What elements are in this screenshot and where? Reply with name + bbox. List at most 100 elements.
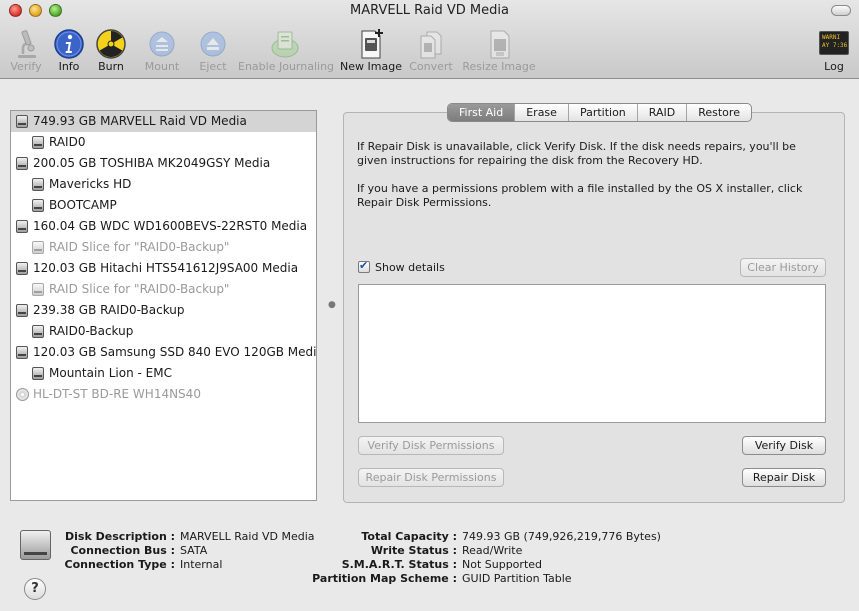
tab-partition[interactable]: Partition	[567, 104, 637, 121]
disk-list-item-label: 120.03 GB Hitachi HTS541612J9SA00 Media	[33, 261, 299, 275]
enable-journaling-button[interactable]: Enable Journaling	[238, 25, 335, 75]
journal-icon	[271, 31, 299, 58]
resize-image-button[interactable]: Resize Image	[462, 25, 536, 75]
repair-disk-permissions-button[interactable]: Repair Disk Permissions	[358, 468, 504, 487]
disk-list-item-label: 749.93 GB MARVELL Raid VD Media	[33, 114, 247, 128]
window-title: MARVELL Raid VD Media	[350, 3, 509, 18]
volume-icon	[32, 136, 44, 149]
burn-radiation-icon	[96, 29, 126, 59]
checkmark-icon[interactable]	[358, 259, 370, 273]
hard-disk-icon	[16, 346, 28, 359]
eject-label: Eject	[199, 60, 227, 73]
convert-button[interactable]: Convert	[408, 25, 454, 75]
details-log-area[interactable]	[358, 284, 826, 423]
resize-image-label: Resize Image	[462, 60, 536, 73]
disk-description-key: Disk Description :	[65, 530, 175, 543]
info-icon	[54, 29, 84, 59]
volume-icon	[32, 367, 44, 380]
disk-list-item[interactable]: 749.93 GB MARVELL Raid VD Media	[11, 111, 316, 132]
disk-list-item[interactable]: 160.04 GB WDC WD1600BEVS-22RST0 Media	[11, 216, 316, 237]
volume-list-item[interactable]: RAID0	[11, 132, 316, 153]
disk-list-item[interactable]: 120.03 GB Hitachi HTS541612J9SA00 Media	[11, 258, 316, 279]
disk-utility-window: MARVELL Raid VD Media Verify Info Burn M…	[0, 0, 859, 611]
volume-list-item[interactable]: Mavericks HD	[11, 174, 316, 195]
write-status-value: Read/Write	[462, 544, 523, 557]
partition-map-key: Partition Map Scheme :	[312, 572, 457, 585]
disk-list-item-label: 120.03 GB Samsung SSD 840 EVO 120GB Medi…	[33, 345, 317, 359]
verify-disk-button[interactable]: Verify Disk	[742, 436, 826, 455]
volume-icon	[32, 241, 44, 254]
partition-map-value: GUID Partition Table	[462, 572, 572, 585]
disk-list-item-label: RAID0	[49, 135, 86, 149]
log-icon-line-1: WARNI	[822, 34, 841, 41]
help-button[interactable]: ?	[24, 578, 46, 600]
tab-first-aid[interactable]: First Aid	[448, 104, 515, 121]
hard-disk-icon	[16, 262, 28, 275]
disk-list-item-label: BOOTCAMP	[49, 198, 117, 212]
disk-list-item-label: Mavericks HD	[49, 177, 132, 191]
new-image-label: New Image	[340, 60, 402, 73]
resize-image-icon	[490, 30, 510, 59]
disk-list-item[interactable]: 120.03 GB Samsung SSD 840 EVO 120GB Medi…	[11, 342, 316, 363]
enable-journaling-label: Enable Journaling	[238, 60, 335, 73]
volume-icon	[32, 283, 44, 296]
toolbar-toggle-button[interactable]	[831, 5, 851, 16]
volume-icon	[32, 199, 44, 212]
mount-button[interactable]: Mount	[143, 25, 181, 75]
hard-disk-icon	[16, 304, 28, 317]
hard-disk-icon	[16, 157, 28, 170]
log-icon-line-2: AY 7:36	[822, 42, 848, 49]
microscope-icon	[18, 30, 36, 58]
split-view-handle[interactable]: ●	[328, 300, 336, 310]
repair-disk-button[interactable]: Repair Disk	[742, 468, 826, 487]
hard-disk-icon	[16, 115, 28, 128]
eject-button[interactable]: Eject	[196, 25, 230, 75]
verify-button[interactable]: Verify	[7, 25, 45, 75]
disk-list-item-label: 200.05 GB TOSHIBA MK2049GSY Media	[33, 156, 271, 170]
tab-restore[interactable]: Restore	[686, 104, 751, 121]
total-capacity-key: Total Capacity :	[361, 530, 457, 543]
total-capacity-value: 749.93 GB (749,926,219,776 Bytes)	[462, 530, 661, 543]
convert-icon	[420, 31, 442, 59]
disk-list-item-label: RAID0-Backup	[49, 324, 134, 338]
connection-bus-key: Connection Bus :	[70, 544, 175, 557]
volume-list-item[interactable]: Mountain Lion - EMC	[11, 363, 316, 384]
volume-list-item[interactable]: RAID Slice for "RAID0-Backup"	[11, 237, 316, 258]
disk-list-item[interactable]: 200.05 GB TOSHIBA MK2049GSY Media	[11, 153, 316, 174]
convert-label: Convert	[409, 60, 453, 73]
new-image-button[interactable]: New Image	[340, 25, 402, 75]
first-aid-instructions-1: If Repair Disk is unavailable, click Ver…	[357, 140, 796, 167]
optical-drive-icon	[16, 388, 29, 401]
smart-status-key: S.M.A.R.T. Status :	[341, 558, 457, 571]
volume-list-item[interactable]: BOOTCAMP	[11, 195, 316, 216]
disk-list[interactable]: 749.93 GB MARVELL Raid VD Media RAID0 200.…	[10, 110, 317, 501]
smart-status-value: Not Supported	[462, 558, 543, 571]
new-image-icon	[361, 29, 383, 59]
disk-list-item-label: Mountain Lion - EMC	[49, 366, 172, 380]
mount-label: Mount	[144, 60, 180, 73]
disk-list-item-label: RAID Slice for "RAID0-Backup"	[49, 282, 230, 296]
tab-raid[interactable]: RAID	[636, 104, 686, 121]
log-button[interactable]: WARNI AY 7:36 Log	[815, 25, 853, 75]
tab-erase[interactable]: Erase	[514, 104, 568, 121]
mount-icon	[149, 31, 175, 57]
eject-icon	[200, 31, 226, 57]
verify-disk-permissions-button[interactable]: Verify Disk Permissions	[358, 436, 504, 455]
volume-icon	[32, 178, 44, 191]
write-status-key: Write Status :	[370, 544, 457, 557]
volume-list-item[interactable]: RAID0-Backup	[11, 321, 316, 342]
disk-list-item-label: 239.38 GB RAID0-Backup	[33, 303, 185, 317]
burn-button[interactable]: Burn	[93, 25, 129, 75]
first-aid-instructions-2: If you have a permissions problem with a…	[357, 182, 803, 209]
disk-list-item[interactable]: 239.38 GB RAID0-Backup	[11, 300, 316, 321]
connection-type-value: Internal	[180, 558, 223, 571]
disk-list-item[interactable]: HL-DT-ST BD-RE WH14NS40	[11, 384, 316, 405]
disk-list-item-label: RAID Slice for "RAID0-Backup"	[49, 240, 230, 254]
verify-label: Verify	[10, 60, 42, 73]
clear-history-button[interactable]: Clear History	[740, 258, 826, 277]
show-details-label: Show details	[375, 261, 445, 274]
info-button[interactable]: Info	[52, 25, 86, 75]
disk-list-item-label: 160.04 GB WDC WD1600BEVS-22RST0 Media	[33, 219, 308, 233]
volume-list-item[interactable]: RAID Slice for "RAID0-Backup"	[11, 279, 316, 300]
connection-bus-value: SATA	[180, 544, 208, 557]
